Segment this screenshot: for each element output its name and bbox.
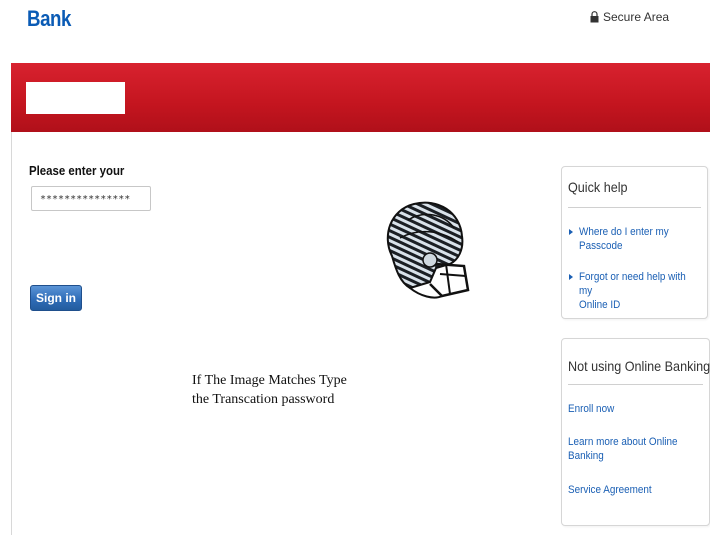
quick-help-title: Quick help (568, 179, 628, 195)
lock-icon (590, 11, 599, 23)
link-line: Service Agreement (568, 484, 652, 496)
link-line: Enroll now (568, 403, 615, 415)
link-line: Forgot or need help with my (579, 271, 686, 297)
quick-help-link-passcode[interactable]: Where do I enter my Passcode (579, 225, 669, 253)
caption-line-2: the Transcation password (192, 392, 335, 407)
link-line: Where do I enter my (579, 226, 669, 238)
link-line: Banking (568, 450, 604, 462)
quick-help-panel: Quick help Where do I enter my Passcode … (561, 166, 708, 319)
link-line: Online ID (579, 299, 621, 311)
passcode-prompt-label: Please enter your (29, 163, 125, 178)
not-using-title: Not using Online Banking? (568, 358, 710, 374)
secure-area-indicator: Secure Area (590, 10, 669, 24)
triangle-right-icon (569, 229, 573, 235)
passcode-input[interactable]: *************** (31, 186, 151, 211)
quick-help-divider (568, 207, 701, 208)
bank-logo[interactable]: Bank (27, 6, 71, 32)
sign-in-button[interactable]: Sign in (30, 285, 82, 311)
triangle-right-icon (569, 274, 573, 280)
link-line: Passcode (579, 240, 623, 252)
enroll-now-link[interactable]: Enroll now (568, 402, 614, 416)
header-white-field (26, 82, 125, 114)
content-left-border (11, 132, 12, 535)
link-line: Learn more about Online (568, 436, 678, 448)
secure-area-label: Secure Area (603, 10, 670, 24)
learn-more-link[interactable]: Learn more about Online Banking (568, 435, 678, 463)
security-image-caption: If The Image Matches Type the Transcatio… (192, 371, 347, 409)
caption-line-1: If The Image Matches Type (192, 373, 347, 388)
quick-help-link-online-id[interactable]: Forgot or need help with my Online ID (579, 270, 694, 312)
not-using-divider (568, 384, 703, 385)
football-helmet-icon (386, 201, 470, 299)
not-using-online-banking-panel: Not using Online Banking? Enroll now Lea… (561, 338, 710, 526)
service-agreement-link[interactable]: Service Agreement (568, 483, 652, 497)
